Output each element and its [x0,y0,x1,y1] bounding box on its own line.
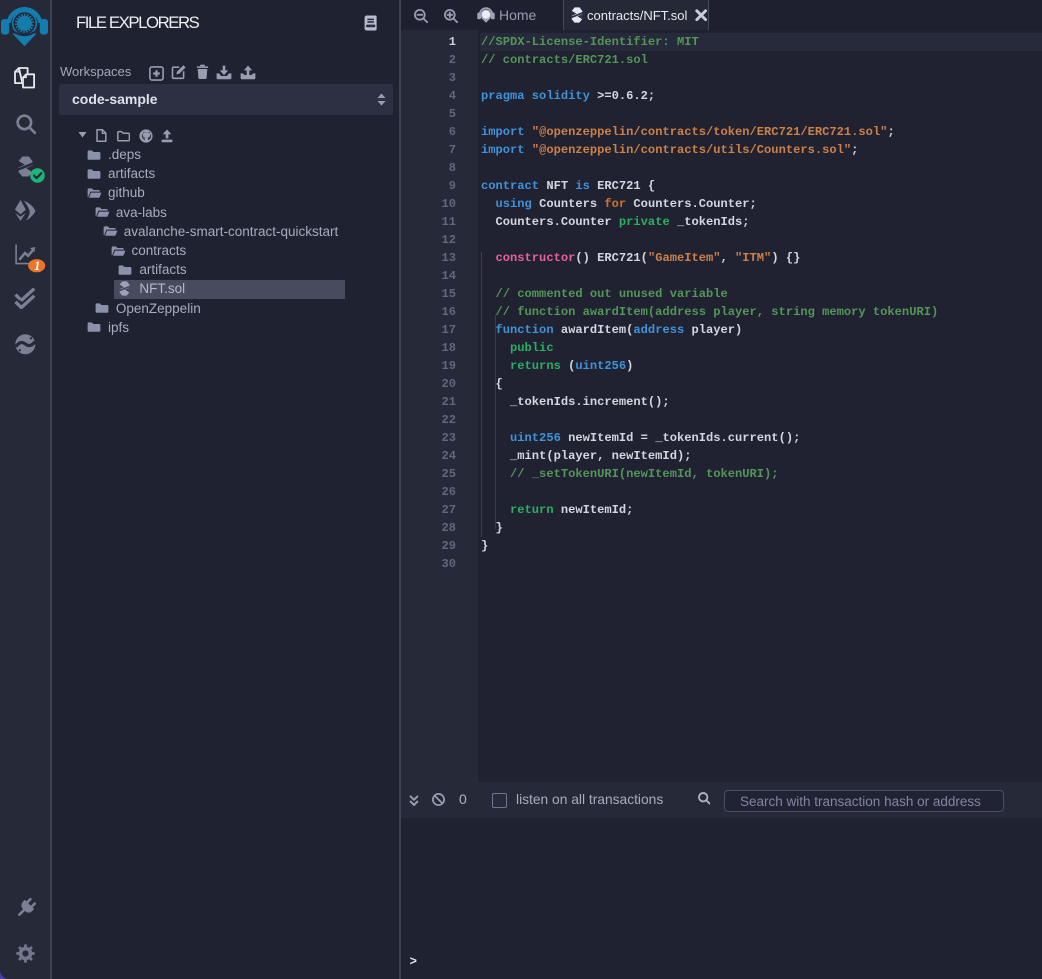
svg-text:1: 1 [34,259,40,273]
